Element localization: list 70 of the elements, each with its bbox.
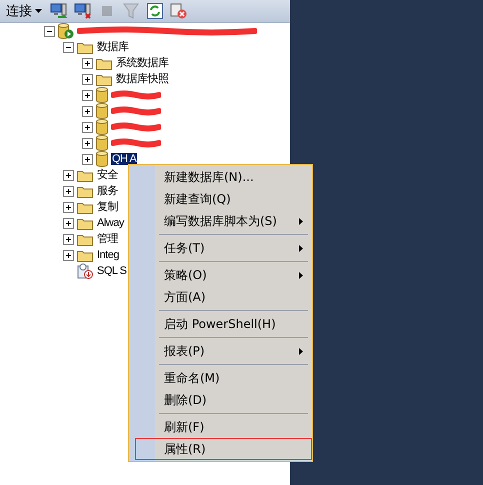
refresh-icon <box>147 3 163 19</box>
menu-item[interactable]: 方面(A) <box>129 286 312 308</box>
redaction-scribble <box>111 122 161 132</box>
toolbar-button[interactable] <box>50 2 68 20</box>
expand-icon[interactable] <box>82 106 93 116</box>
folder-icon <box>77 232 93 246</box>
connect-icon <box>50 3 68 19</box>
folder-icon <box>77 168 93 182</box>
expand-icon[interactable] <box>82 58 93 68</box>
redaction-scribble <box>111 90 161 100</box>
tree-item[interactable]: 系统数据库 <box>115 57 170 69</box>
database-icon <box>96 87 108 103</box>
agent-icon <box>77 263 93 279</box>
expand-icon[interactable] <box>82 90 93 100</box>
caret-icon <box>35 9 42 13</box>
tree-item[interactable]: 数据库 <box>96 41 130 53</box>
menu-item[interactable]: 编写数据库脚本为(S) <box>129 210 312 232</box>
expand-icon[interactable] <box>82 138 93 148</box>
expand-icon[interactable] <box>63 202 74 212</box>
redaction-scribble <box>111 138 161 148</box>
menu-item[interactable]: 策略(O) <box>129 264 312 286</box>
menu-item[interactable]: 启动 PowerShell(H) <box>129 313 312 335</box>
expand-icon[interactable] <box>63 218 74 228</box>
folder-icon <box>77 184 93 198</box>
filter-icon <box>123 3 139 19</box>
menu-item[interactable]: 报表(P) <box>129 340 312 362</box>
tree-item[interactable]: Alway <box>96 217 125 229</box>
expand-icon[interactable] <box>63 170 74 180</box>
connect-button[interactable]: 连接 <box>4 2 44 20</box>
expand-icon[interactable] <box>63 250 74 260</box>
toolbar-button[interactable] <box>170 2 188 20</box>
menu-item[interactable]: 刷新(F) <box>129 416 312 438</box>
folder-icon <box>77 248 93 262</box>
toolbar-button[interactable] <box>74 2 92 20</box>
disconnect-icon <box>74 3 92 19</box>
database-icon <box>96 103 108 119</box>
stop-icon <box>101 5 113 17</box>
expand-icon[interactable] <box>82 122 93 132</box>
toolbar-button[interactable] <box>146 2 164 20</box>
folder-icon <box>77 216 93 230</box>
cancel-icon <box>170 3 188 19</box>
database-icon <box>96 135 108 151</box>
menu-item[interactable]: 新建数据库(N)... <box>129 166 312 188</box>
tree-item[interactable]: Integ <box>96 249 120 261</box>
expand-icon[interactable] <box>63 234 74 244</box>
tree-item[interactable]: 服务 <box>96 185 119 197</box>
collapse-icon[interactable] <box>63 42 74 52</box>
database-icon <box>96 151 108 167</box>
folder-icon <box>77 40 93 54</box>
tree-item[interactable]: QH A <box>111 153 138 165</box>
folder-icon <box>96 56 112 70</box>
database-icon <box>96 119 108 135</box>
redaction-scribble <box>111 106 161 116</box>
menu-item[interactable]: 新建查询(Q) <box>129 188 312 210</box>
tree-item[interactable]: 安全 <box>96 169 119 181</box>
menu-item[interactable]: 任务(T) <box>129 237 312 259</box>
expand-icon[interactable] <box>63 186 74 196</box>
menu-item[interactable]: 属性(R) <box>135 438 312 460</box>
tree-item[interactable]: 数据库快照 <box>115 73 170 85</box>
tree-item[interactable]: SQL S <box>96 265 128 277</box>
folder-icon <box>77 200 93 214</box>
server-icon <box>58 23 74 39</box>
folder-icon <box>96 72 112 86</box>
collapse-icon[interactable] <box>44 26 55 36</box>
menu-item[interactable]: 重命名(M) <box>129 367 312 389</box>
expand-icon[interactable] <box>82 74 93 84</box>
tree-item[interactable]: 管理 <box>96 233 119 245</box>
expand-icon[interactable] <box>82 154 93 164</box>
tree-item[interactable]: 复制 <box>96 201 119 213</box>
menu-item[interactable]: 删除(D) <box>129 389 312 411</box>
